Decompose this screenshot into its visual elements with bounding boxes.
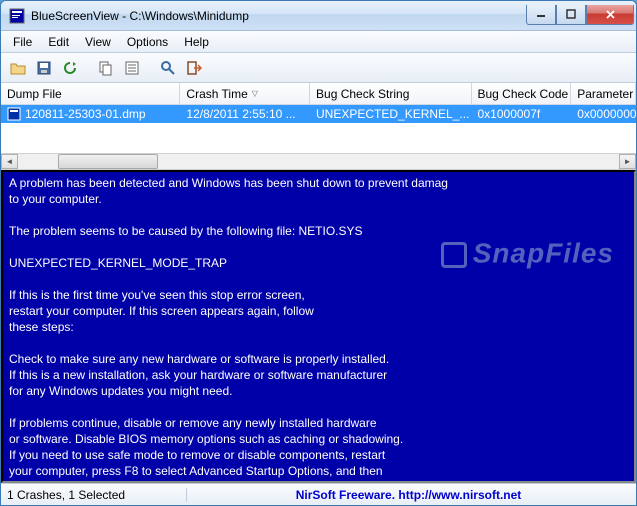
- list-header: Dump File Crash Time Bug Check String Bu…: [1, 83, 636, 105]
- watermark-icon: [441, 242, 467, 268]
- statusbar: 1 Crashes, 1 Selected NirSoft Freeware. …: [1, 483, 636, 505]
- watermark-text: SnapFiles: [473, 237, 614, 268]
- toolbar: [1, 53, 636, 83]
- status-count: 1 Crashes, 1 Selected: [7, 488, 187, 502]
- save-icon: [36, 60, 52, 76]
- titlebar[interactable]: BlueScreenView - C:\Windows\Minidump: [1, 1, 636, 31]
- cell-dump-file-text: 120811-25303-01.dmp: [25, 107, 146, 121]
- find-button[interactable]: [157, 57, 179, 79]
- list-body[interactable]: 120811-25303-01.dmp 12/8/2011 2:55:10 ..…: [1, 105, 636, 153]
- menu-help[interactable]: Help: [176, 33, 217, 51]
- bsod-preview[interactable]: A problem has been detected and Windows …: [1, 170, 636, 483]
- menu-options[interactable]: Options: [119, 33, 176, 51]
- chevron-right-icon: ►: [624, 157, 632, 166]
- refresh-icon: [62, 60, 78, 76]
- status-link[interactable]: NirSoft Freeware. http://www.nirsoft.net: [187, 488, 630, 502]
- menu-file[interactable]: File: [5, 33, 40, 51]
- exit-button[interactable]: [183, 57, 205, 79]
- watermark: SnapFiles: [441, 242, 614, 268]
- menubar: File Edit View Options Help: [1, 31, 636, 53]
- cell-parameter: 0x0000000: [571, 106, 636, 122]
- col-crash-time[interactable]: Crash Time: [180, 83, 310, 104]
- scroll-left-button[interactable]: ◄: [1, 154, 18, 169]
- window-controls: [526, 5, 634, 25]
- exit-icon: [186, 60, 202, 76]
- search-icon: [160, 60, 176, 76]
- scroll-thumb[interactable]: [58, 154, 158, 169]
- minimize-icon: [536, 9, 546, 19]
- cell-dump-file: 120811-25303-01.dmp: [1, 106, 180, 122]
- horizontal-scrollbar[interactable]: ◄ ►: [1, 153, 636, 170]
- menu-edit[interactable]: Edit: [40, 33, 77, 51]
- app-icon: [9, 8, 25, 24]
- close-button[interactable]: [586, 5, 634, 25]
- chevron-left-icon: ◄: [6, 157, 14, 166]
- col-bug-check-code[interactable]: Bug Check Code: [472, 83, 572, 104]
- minimize-button[interactable]: [526, 5, 556, 25]
- copy-icon: [98, 60, 114, 76]
- open-button[interactable]: [7, 57, 29, 79]
- col-parameter[interactable]: Parameter: [571, 83, 636, 104]
- maximize-button[interactable]: [556, 5, 586, 25]
- dump-file-icon: [7, 107, 21, 121]
- save-button[interactable]: [33, 57, 55, 79]
- list-row[interactable]: 120811-25303-01.dmp 12/8/2011 2:55:10 ..…: [1, 105, 636, 123]
- menu-view[interactable]: View: [77, 33, 119, 51]
- cell-bug-check-code: 0x1000007f: [472, 106, 572, 122]
- close-icon: [605, 9, 616, 20]
- bsod-text: A problem has been detected and Windows …: [9, 176, 448, 483]
- maximize-icon: [566, 9, 576, 19]
- col-bug-check-string[interactable]: Bug Check String: [310, 83, 471, 104]
- properties-button[interactable]: [121, 57, 143, 79]
- refresh-button[interactable]: [59, 57, 81, 79]
- titlebar-text: BlueScreenView - C:\Windows\Minidump: [31, 9, 526, 23]
- col-dump-file[interactable]: Dump File: [1, 83, 180, 104]
- copy-button[interactable]: [95, 57, 117, 79]
- app-window: BlueScreenView - C:\Windows\Minidump Fil…: [0, 0, 637, 506]
- scroll-right-button[interactable]: ►: [619, 154, 636, 169]
- folder-open-icon: [10, 60, 26, 76]
- properties-icon: [124, 60, 140, 76]
- cell-crash-time: 12/8/2011 2:55:10 ...: [180, 106, 310, 122]
- cell-bug-check-string: UNEXPECTED_KERNEL_...: [310, 106, 471, 122]
